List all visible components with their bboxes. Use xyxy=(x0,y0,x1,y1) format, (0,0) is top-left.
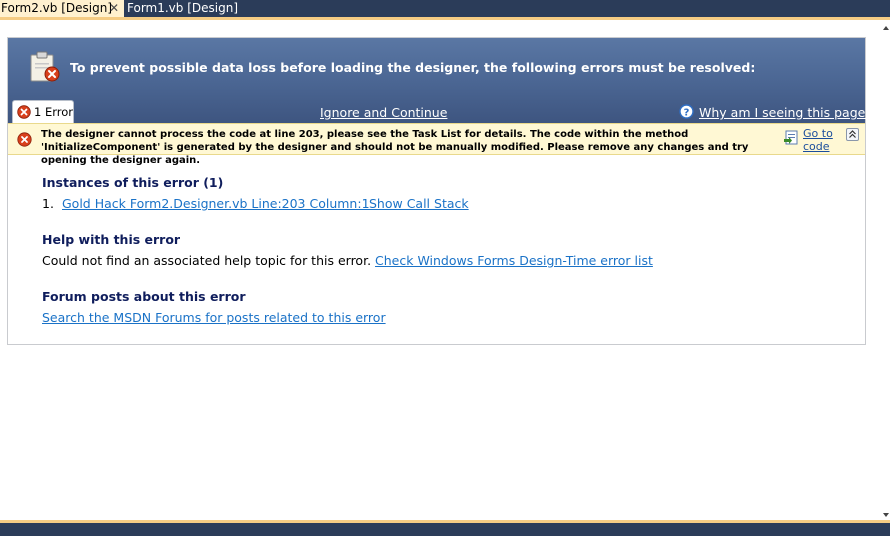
instance-number: 1. xyxy=(42,196,54,211)
tab-errors[interactable]: 1 Error xyxy=(12,100,74,123)
help-row: Could not find an associated help topic … xyxy=(42,253,653,268)
designer-error-panel: To prevent possible data loss before loa… xyxy=(7,37,872,345)
go-to-code-icon xyxy=(784,130,798,145)
scroll-up-arrow-icon[interactable] xyxy=(883,26,889,30)
ignore-and-continue-link[interactable]: Ignore and Continue xyxy=(320,105,447,120)
clipboard-error-icon xyxy=(30,51,60,82)
error-icon xyxy=(17,132,32,147)
svg-text:?: ? xyxy=(684,107,690,118)
help-question-icon: ? xyxy=(679,104,694,119)
instance-row: 1. Gold Hack Form2.Designer.vb Line:203 … xyxy=(42,196,469,211)
forum-heading: Forum posts about this error xyxy=(42,289,246,304)
tab-label: Form1.vb [Design] xyxy=(127,1,239,15)
bottom-status-strip xyxy=(0,520,890,536)
forum-row: Search the MSDN Forums for posts related… xyxy=(42,310,386,325)
error-icon xyxy=(17,105,31,119)
help-text: Could not find an associated help topic … xyxy=(42,253,372,268)
check-error-list-link[interactable]: Check Windows Forms Design-Time error li… xyxy=(375,253,653,268)
tab-form1-design[interactable]: Form1.vb [Design] xyxy=(124,0,238,17)
error-location-link[interactable]: Gold Hack Form2.Designer.vb Line:203 Col… xyxy=(62,196,370,211)
banner-title: To prevent possible data loss before loa… xyxy=(70,60,756,75)
instances-heading: Instances of this error (1) xyxy=(42,175,224,190)
tab-form2-design[interactable]: Form2.vb [Design] ✕ xyxy=(0,0,124,17)
tab-label: Form2.vb [Design] xyxy=(1,1,113,15)
vertical-scrollbar[interactable] xyxy=(882,20,890,523)
go-to-code-link[interactable]: Go to code xyxy=(803,127,843,153)
chevron-up-icon xyxy=(849,130,856,138)
search-msdn-forums-link[interactable]: Search the MSDN Forums for posts related… xyxy=(42,310,386,325)
error-message-text: The designer cannot process the code at … xyxy=(41,129,749,166)
error-message-bar: The designer cannot process the code at … xyxy=(8,123,865,166)
help-heading: Help with this error xyxy=(42,232,181,247)
collapse-button[interactable] xyxy=(846,128,859,141)
close-icon[interactable]: ✕ xyxy=(108,0,120,16)
error-banner: To prevent possible data loss before loa… xyxy=(8,38,872,123)
scroll-down-arrow-icon[interactable] xyxy=(883,513,889,517)
show-call-stack-link[interactable]: Show Call Stack xyxy=(369,196,469,211)
document-tab-strip: Form2.vb [Design] ✕ Form1.vb [Design] xyxy=(0,0,890,20)
error-count-label: 1 Error xyxy=(34,105,74,119)
why-seeing-page-link[interactable]: Why am I seeing this page? xyxy=(699,105,872,120)
